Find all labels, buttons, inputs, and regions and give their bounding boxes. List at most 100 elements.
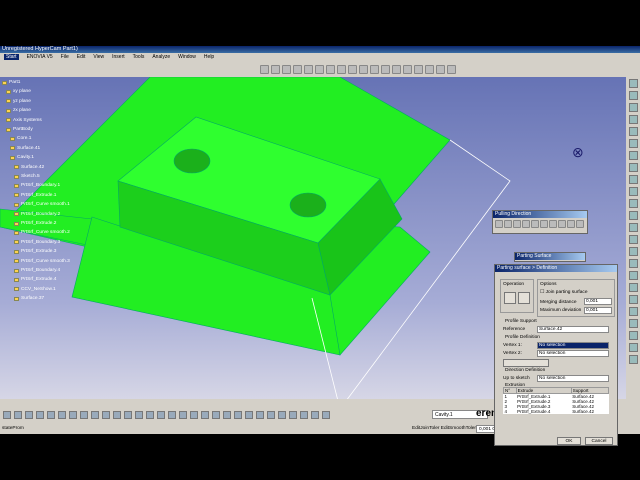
- right-tool-icon[interactable]: [628, 175, 638, 184]
- menu-item-insert[interactable]: Insert: [112, 54, 125, 60]
- view-tool-icon[interactable]: [311, 411, 319, 419]
- tree-node[interactable]: Surface.42: [14, 165, 44, 170]
- toolbar-tool-icon[interactable]: [315, 65, 324, 74]
- right-tool-icon[interactable]: [628, 211, 638, 220]
- vertex1-field[interactable]: No selection: [537, 342, 609, 349]
- toolbar-tool-icon[interactable]: [304, 65, 313, 74]
- view-tool-icon[interactable]: [80, 411, 88, 419]
- tree-node[interactable]: zx plane: [6, 108, 31, 113]
- view-tool-icon[interactable]: [58, 411, 66, 419]
- tree-node[interactable]: Cavity.1: [10, 155, 34, 160]
- tree-node[interactable]: Part1: [2, 80, 20, 85]
- right-tool-icon[interactable]: [628, 139, 638, 148]
- pulling-tool-icon[interactable]: [549, 220, 557, 228]
- join-checkbox[interactable]: ☐ Join parting surface: [540, 290, 588, 295]
- view-tool-icon[interactable]: [289, 411, 297, 419]
- tree-node[interactable]: PrtSrf_Boundary.3: [14, 240, 60, 245]
- right-tool-icon[interactable]: [628, 127, 638, 136]
- view-tool-icon[interactable]: [256, 411, 264, 419]
- right-tool-icon[interactable]: [628, 247, 638, 256]
- view-tool-icon[interactable]: [124, 411, 132, 419]
- toolbar-tool-icon[interactable]: [392, 65, 401, 74]
- right-tool-icon[interactable]: [628, 163, 638, 172]
- menu-item-window[interactable]: Window: [178, 54, 196, 60]
- view-tool-icon[interactable]: [322, 411, 330, 419]
- view-tool-icon[interactable]: [135, 411, 143, 419]
- right-tool-icon[interactable]: [628, 91, 638, 100]
- menu-item-analyze[interactable]: Analyze: [152, 54, 170, 60]
- merging-distance-input[interactable]: 0,001: [584, 298, 612, 305]
- menu-item-tools[interactable]: Tools: [133, 54, 145, 60]
- toolbar-tool-icon[interactable]: [425, 65, 434, 74]
- toolbar-tool-icon[interactable]: [370, 65, 379, 74]
- view-tool-icon[interactable]: [146, 411, 154, 419]
- right-tool-icon[interactable]: [628, 283, 638, 292]
- tree-node[interactable]: PrtSrf_Extrude.2: [14, 221, 56, 226]
- right-tool-icon[interactable]: [628, 223, 638, 232]
- vertex2-field[interactable]: No selection: [537, 350, 609, 357]
- pulling-tool-icon[interactable]: [531, 220, 539, 228]
- toolbar-tool-icon[interactable]: [348, 65, 357, 74]
- view-tool-icon[interactable]: [47, 411, 55, 419]
- tree-node[interactable]: yz plane: [6, 99, 31, 104]
- view-tool-icon[interactable]: [278, 411, 286, 419]
- extrusion-table[interactable]: N° Extrude Support 1 PrtSrf_Extrude.1 Surfac…: [503, 387, 610, 414]
- menu-item-help[interactable]: Help: [204, 54, 214, 60]
- right-tool-icon[interactable]: [628, 151, 638, 160]
- specification-tree[interactable]: Part1 xy plane yz plane zx plane Axis System…: [0, 77, 80, 317]
- toolbar-tool-icon[interactable]: [381, 65, 390, 74]
- tree-node[interactable]: PartBody: [6, 127, 33, 132]
- tree-node[interactable]: PrtSrf_Extrude.1: [14, 193, 56, 198]
- tree-node[interactable]: PrtSrf_Boundary.4: [14, 268, 60, 273]
- menu-item-start[interactable]: Start: [4, 54, 19, 60]
- tree-node[interactable]: Surface.37: [14, 296, 44, 301]
- tree-node[interactable]: PrtSrf_Curve smooth.2: [14, 230, 70, 235]
- tree-node[interactable]: PrtSrf_Boundary.2: [14, 212, 60, 217]
- right-tool-icon[interactable]: [628, 79, 638, 88]
- view-tool-icon[interactable]: [14, 411, 22, 419]
- right-tool-icon[interactable]: [628, 271, 638, 280]
- menu-item-enovia-v5[interactable]: ENOVIA V5: [27, 54, 53, 60]
- view-tool-icon[interactable]: [69, 411, 77, 419]
- tree-node[interactable]: PrtSrf_Extrude.3: [14, 249, 56, 254]
- view-tool-icon[interactable]: [267, 411, 275, 419]
- right-tool-icon[interactable]: [628, 307, 638, 316]
- view-tool-icon[interactable]: [25, 411, 33, 419]
- view-tool-icon[interactable]: [234, 411, 242, 419]
- pulling-tool-icon[interactable]: [567, 220, 575, 228]
- view-tool-icon[interactable]: [91, 411, 99, 419]
- view-tool-icon[interactable]: [223, 411, 231, 419]
- pulling-tool-icon[interactable]: [522, 220, 530, 228]
- toolbar-tool-icon[interactable]: [414, 65, 423, 74]
- view-tool-icon[interactable]: [300, 411, 308, 419]
- toolbar-tool-icon[interactable]: [282, 65, 291, 74]
- view-tool-icon[interactable]: [36, 411, 44, 419]
- view-tool-icon[interactable]: [168, 411, 176, 419]
- view-tool-icon[interactable]: [212, 411, 220, 419]
- right-tool-icon[interactable]: [628, 103, 638, 112]
- pulling-tool-icon[interactable]: [540, 220, 548, 228]
- toolbar-tool-icon[interactable]: [436, 65, 445, 74]
- operation-extrude-button[interactable]: [504, 292, 516, 304]
- right-tool-icon[interactable]: [628, 199, 638, 208]
- menu-item-file[interactable]: File: [61, 54, 69, 60]
- operation-sweep-button[interactable]: [518, 292, 530, 304]
- menu-item-edit[interactable]: Edit: [77, 54, 86, 60]
- right-tool-icon[interactable]: [628, 331, 638, 340]
- tree-node[interactable]: PrtSrf_Curve smooth.1: [14, 202, 70, 207]
- up-to-sketch-field[interactable]: No selection: [537, 375, 609, 382]
- ok-button[interactable]: OK: [557, 437, 581, 445]
- toolbar-tool-icon[interactable]: [359, 65, 368, 74]
- table-row[interactable]: 4 PrtSrf_Extrude.4 Surface.42: [504, 409, 609, 414]
- right-tool-icon[interactable]: [628, 319, 638, 328]
- toolbar-tool-icon[interactable]: [403, 65, 412, 74]
- reference-field[interactable]: Surface.42: [537, 326, 609, 333]
- tree-node[interactable]: Axis Systems: [6, 118, 42, 123]
- right-tool-icon[interactable]: [628, 295, 638, 304]
- menu-item-view[interactable]: View: [93, 54, 104, 60]
- pulling-tool-icon[interactable]: [495, 220, 503, 228]
- right-tool-icon[interactable]: [628, 343, 638, 352]
- toolbar-tool-icon[interactable]: [337, 65, 346, 74]
- pulling-tool-icon[interactable]: [504, 220, 512, 228]
- tree-node[interactable]: CCV_NeShow.1: [14, 287, 56, 292]
